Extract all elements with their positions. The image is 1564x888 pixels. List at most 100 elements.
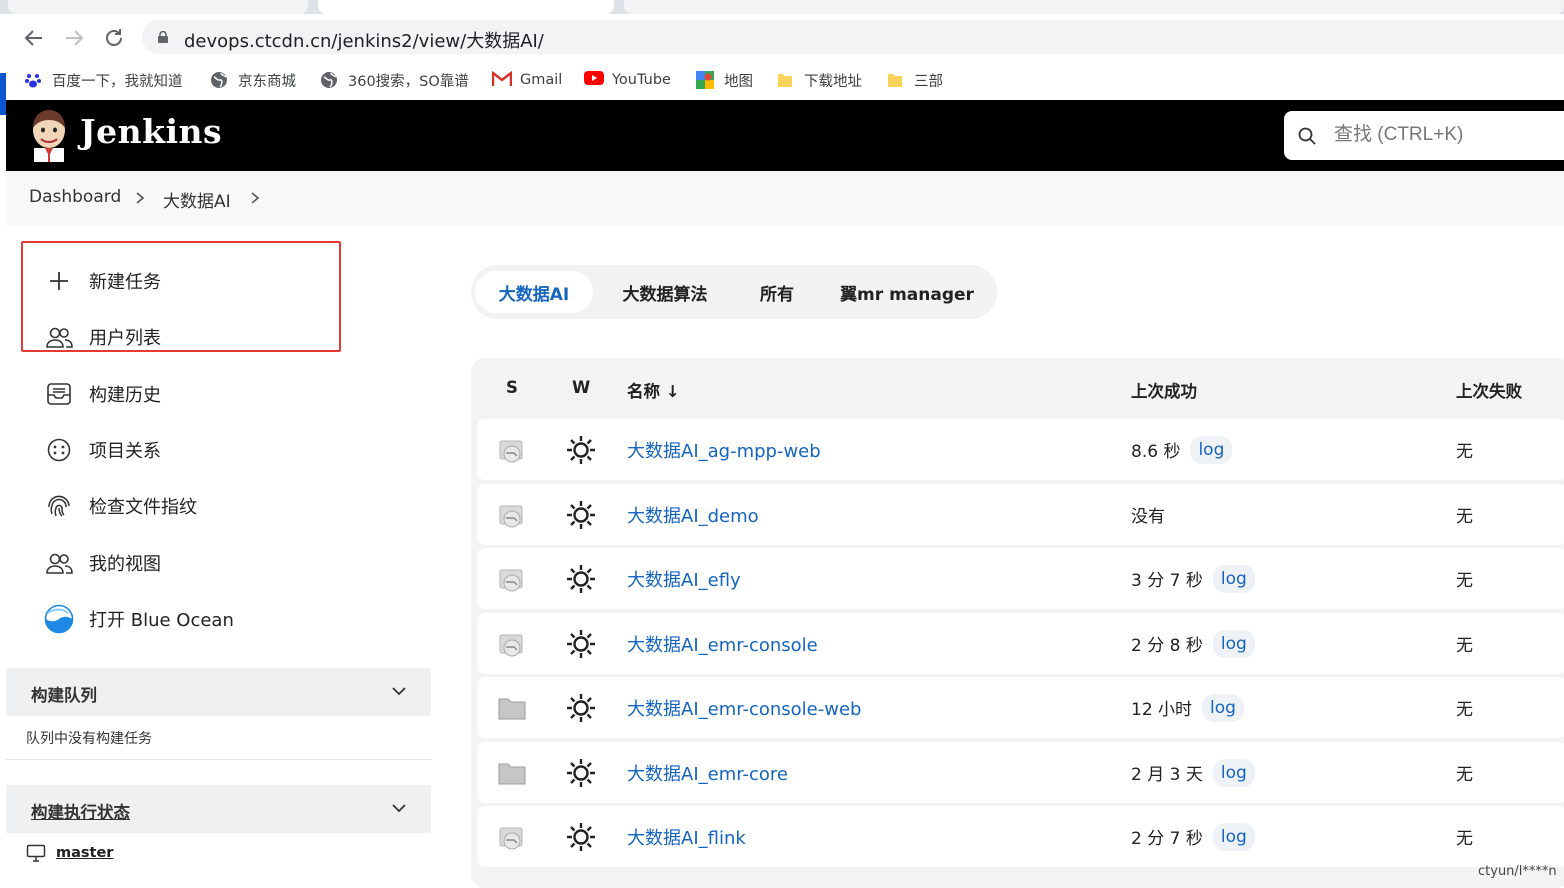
last-success-cell: 2 月 3 天 log xyxy=(1131,742,1255,803)
last-failure-text: 无 xyxy=(1456,507,1473,527)
table-row: 大数据AI_emr-console 2 分 8 秒 log 无 xyxy=(477,613,1564,674)
executor-node-master[interactable]: master xyxy=(26,844,113,862)
tab-mr-manager[interactable]: 翼mr manager xyxy=(831,271,983,313)
last-failure-text: 无 xyxy=(1456,636,1473,656)
last-failure-text: 无 xyxy=(1456,571,1473,591)
tab-bigdata-algorithm[interactable]: 大数据算法 xyxy=(605,271,725,313)
bookmark-download[interactable]: 下载地址 xyxy=(776,69,862,91)
log-link[interactable]: log xyxy=(1212,629,1255,658)
last-success-text: 2 月 3 天 xyxy=(1131,765,1203,785)
watermark: ctyun/l****n xyxy=(1478,864,1557,879)
smiley-circle-icon xyxy=(44,435,74,465)
bookmark-gmail[interactable]: Gmail xyxy=(491,69,562,91)
build-queue-title: 构建队列 xyxy=(31,686,97,705)
highlight-box xyxy=(21,241,341,352)
tab-all[interactable]: 所有 xyxy=(737,271,817,313)
last-success-text: 12 小时 xyxy=(1131,700,1193,720)
column-header-last-failure[interactable]: 上次失败 xyxy=(1456,378,1522,402)
bookmark-jd[interactable]: 京东商城 xyxy=(210,69,296,91)
weather-sun-icon xyxy=(566,419,596,480)
log-link[interactable]: log xyxy=(1212,564,1255,593)
bookmark-youtube[interactable]: YouTube xyxy=(584,69,671,91)
breadcrumb-view[interactable]: 大数据AI xyxy=(163,187,231,212)
reload-icon[interactable] xyxy=(102,26,126,50)
baidu-icon xyxy=(24,71,42,89)
job-name-link[interactable]: 大数据AI_demo xyxy=(627,484,759,545)
blue-ocean-icon xyxy=(44,604,74,634)
breadcrumb-dashboard[interactable]: Dashboard xyxy=(29,187,121,207)
executor-status-title[interactable]: 构建执行状态 xyxy=(31,799,130,823)
last-success-cell: 2 分 7 秒 log xyxy=(1131,806,1255,867)
folder-icon xyxy=(886,71,904,89)
log-link[interactable]: log xyxy=(1212,758,1255,787)
jenkins-brand[interactable]: Jenkins xyxy=(80,112,222,151)
chevron-down-icon[interactable] xyxy=(391,684,407,698)
bookmark-label: YouTube xyxy=(612,72,671,88)
bookmark-label: 下载地址 xyxy=(804,73,862,90)
last-failure-text: 无 xyxy=(1456,829,1473,849)
search-box[interactable] xyxy=(1284,111,1564,160)
lock-icon xyxy=(158,31,168,43)
sidebar-item-build-history[interactable]: 构建历史 xyxy=(44,377,161,411)
breadcrumb: Dashboard 大数据AI xyxy=(6,171,1564,225)
divider xyxy=(6,759,431,760)
job-name-link[interactable]: 大数据AI_emr-console-web xyxy=(627,677,861,738)
table-row: 大数据AI_demo 没有 无 xyxy=(477,484,1564,545)
job-name-link[interactable]: 大数据AI_emr-core xyxy=(627,742,788,803)
browser-tab[interactable] xyxy=(8,0,308,14)
tab-bigdata-ai[interactable]: 大数据AI xyxy=(475,271,593,313)
sidebar-item-my-views[interactable]: 我的视图 xyxy=(44,546,161,580)
last-success-text: 2 分 7 秒 xyxy=(1131,829,1203,849)
executor-status-header[interactable]: 构建执行状态 xyxy=(6,785,431,833)
build-queue-header[interactable]: 构建队列 xyxy=(6,668,431,716)
bookmark-maps[interactable]: 地图 xyxy=(696,69,753,91)
bookmark-label: 京东商城 xyxy=(238,73,296,90)
bookmark-baidu[interactable]: 百度一下，我就知道 xyxy=(24,69,183,91)
log-link[interactable]: log xyxy=(1190,435,1233,464)
bookmark-sanbu[interactable]: 三部 xyxy=(886,69,943,91)
search-input[interactable] xyxy=(1334,121,1564,149)
bookmark-label: 三部 xyxy=(914,73,943,90)
last-success-text: 3 分 7 秒 xyxy=(1131,571,1203,591)
browser-tab[interactable] xyxy=(624,0,1564,14)
table-row: 大数据AI_flink 2 分 7 秒 log 无 xyxy=(477,806,1564,867)
log-link[interactable]: log xyxy=(1212,822,1255,851)
fingerprint-icon xyxy=(44,491,74,521)
log-link[interactable]: log xyxy=(1202,693,1244,722)
browser-tab-active[interactable] xyxy=(318,0,614,14)
disabled-status-icon xyxy=(497,419,527,480)
url-field[interactable]: devops.ctcdn.cn/jenkins2/view/大数据AI/ xyxy=(142,20,1564,54)
column-header-status[interactable]: S xyxy=(506,378,518,397)
job-name-link[interactable]: 大数据AI_efly xyxy=(627,548,741,609)
last-failure-text: 无 xyxy=(1456,765,1473,785)
node-name[interactable]: master xyxy=(56,845,113,861)
column-header-weather[interactable]: W xyxy=(572,378,590,397)
disabled-status-icon xyxy=(497,613,527,674)
job-name-link[interactable]: 大数据AI_flink xyxy=(627,806,746,867)
sidebar-item-blue-ocean[interactable]: 打开 Blue Ocean xyxy=(44,602,234,636)
weather-sun-icon xyxy=(566,742,596,803)
last-success-cell: 8.6 秒 log xyxy=(1131,419,1233,480)
chevron-right-icon[interactable] xyxy=(134,191,146,205)
url-text: devops.ctcdn.cn/jenkins2/view/大数据AI/ xyxy=(184,31,544,52)
job-name-link[interactable]: 大数据AI_ag-mpp-web xyxy=(627,419,821,480)
sidebar-item-project-relationship[interactable]: 项目关系 xyxy=(44,433,161,467)
globe-icon xyxy=(320,71,338,89)
sidebar-item-fingerprint[interactable]: 检查文件指纹 xyxy=(44,489,197,523)
forward-icon[interactable] xyxy=(62,26,86,50)
column-header-name[interactable]: 名称 ↓ xyxy=(627,378,680,402)
last-success-text: 没有 xyxy=(1131,507,1165,527)
chevron-down-icon[interactable] xyxy=(391,801,407,815)
view-tabs: 大数据AI 大数据算法 所有 翼mr manager xyxy=(471,265,997,319)
bookmark-360[interactable]: 360搜索，SO靠谱 xyxy=(320,69,469,91)
sidebar-item-label: 构建历史 xyxy=(89,385,161,406)
back-icon[interactable] xyxy=(22,26,46,50)
column-header-last-success[interactable]: 上次成功 xyxy=(1131,378,1197,402)
job-name-link[interactable]: 大数据AI_emr-console xyxy=(627,613,818,674)
chevron-right-icon[interactable] xyxy=(249,191,261,205)
youtube-icon xyxy=(584,71,604,89)
jenkins-logo-icon[interactable] xyxy=(28,108,70,162)
table-row: 大数据AI_emr-core 2 月 3 天 log 无 xyxy=(477,742,1564,803)
disabled-status-icon xyxy=(497,806,527,867)
bookmark-label: 百度一下，我就知道 xyxy=(52,73,183,90)
